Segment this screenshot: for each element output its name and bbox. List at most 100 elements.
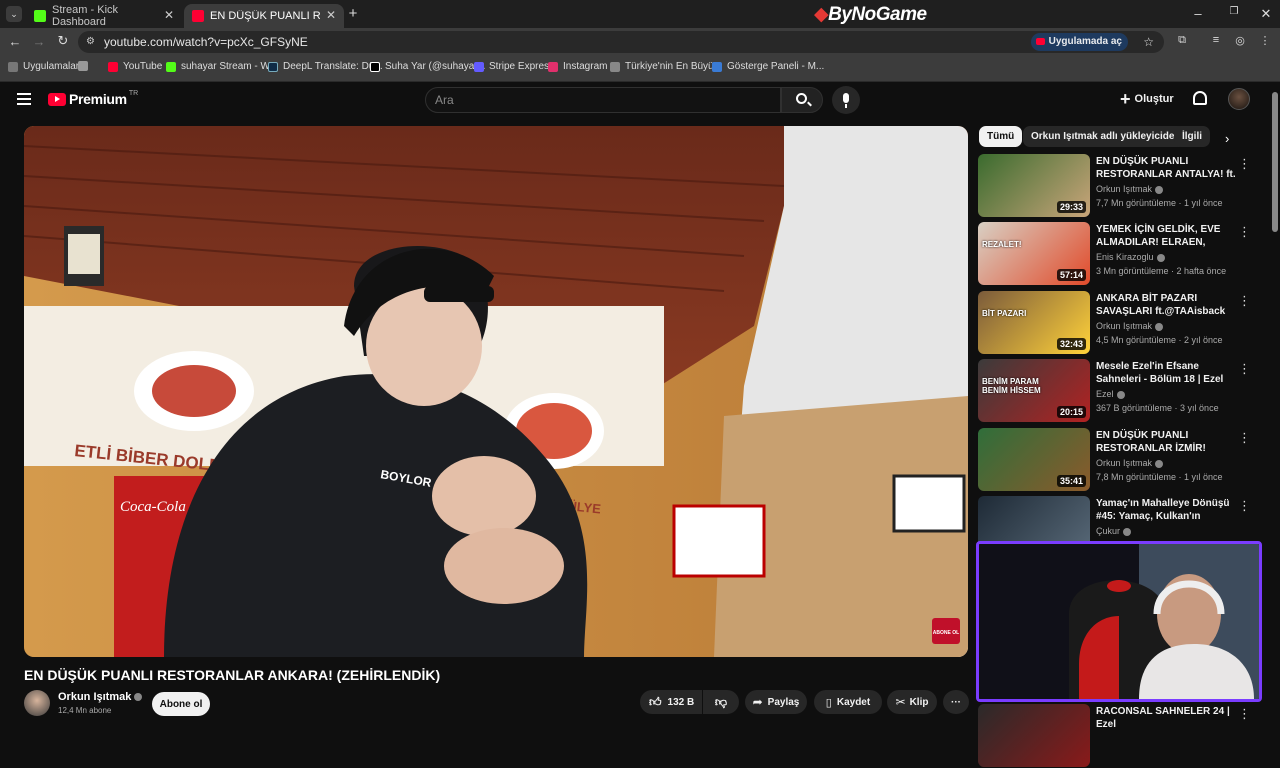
open-in-app-button[interactable]: Uygulamada aç: [1030, 33, 1128, 51]
back-button[interactable]: ←: [8, 34, 22, 49]
share-button[interactable]: ➦ Paylaş: [745, 690, 807, 714]
save-button[interactable]: ▯ Kaydet: [814, 690, 882, 714]
clip-button[interactable]: ✂ Klip: [887, 690, 937, 714]
recommendation-item[interactable]: REZALET! 57:14 YEMEK İÇİN GELDİK, EVE ALMA…: [978, 222, 1268, 286]
share-icon: ➦: [752, 695, 763, 709]
address-bar[interactable]: ⚙ youtube.com/watch?v=pcXc_GFSyNE Uygula…: [78, 31, 1164, 53]
kebab-menu-icon[interactable]: ⋮: [1238, 361, 1251, 377]
bookmark-apps-grid[interactable]: [78, 61, 93, 71]
bookmark-stripe[interactable]: Stripe Express: [474, 61, 554, 72]
hamburger-menu-icon[interactable]: [17, 93, 31, 105]
bookmark-tiktok[interactable]: Suha Yar (@suhayar...: [370, 61, 485, 72]
bookmark-kick[interactable]: suhayar Stream - W...: [166, 61, 278, 72]
forward-button[interactable]: →: [32, 34, 46, 49]
recommendation-title[interactable]: ANKARA BİT PAZARI SAVAŞLARI ft.@TAAisbac…: [1096, 292, 1236, 319]
subscribe-overlay-badge[interactable]: ABONE OL: [932, 618, 960, 644]
video-player[interactable]: ETLİ BİBER DOLM U FASÜLYE Coca-Cola BOYL…: [24, 126, 968, 657]
bookmark-apps[interactable]: Uygulamalar: [8, 61, 79, 72]
tab-kick-dashboard[interactable]: Stream - Kick Dashboard ✕: [26, 4, 182, 28]
bookmark-instagram[interactable]: Instagram: [548, 61, 607, 72]
kebab-menu-icon[interactable]: ⋮: [1238, 224, 1251, 240]
recommendation-title[interactable]: EN DÜŞÜK PUANLI RESTORANLAR İZMİR!: [1096, 429, 1236, 456]
minimize-button[interactable]: –: [1190, 6, 1206, 21]
chip-all[interactable]: Tümü: [979, 126, 1023, 147]
bookmark-youtube[interactable]: YouTube: [108, 61, 162, 72]
video-thumbnail[interactable]: [978, 704, 1090, 767]
recommendation-channel[interactable]: Orkun Işıtmak: [1096, 458, 1164, 468]
search-button[interactable]: [781, 87, 823, 113]
recommendation-title[interactable]: Mesele Ezel'in Efsane Sahneleri - Bölüm …: [1096, 360, 1236, 387]
dislike-button[interactable]: 👎︎: [703, 690, 739, 714]
close-icon[interactable]: ✕: [164, 8, 174, 22]
video-title: EN DÜŞÜK PUANLI RESTORANLAR ANKARA! (ZEH…: [24, 667, 441, 683]
reload-button[interactable]: ↻: [56, 33, 70, 49]
video-thumbnail[interactable]: BENİM PARAM BENİM HİSSEM 20:15: [978, 359, 1090, 422]
subscribe-button[interactable]: Abone ol: [152, 692, 210, 716]
tab-youtube-video[interactable]: EN DÜŞÜK PUANLI RESTORANLAR A ✕: [184, 4, 344, 28]
kick-icon: [166, 61, 176, 72]
recommendation-item[interactable]: 35:41 EN DÜŞÜK PUANLI RESTORANLAR İZMİR! O…: [978, 428, 1268, 492]
stripe-icon: [474, 61, 484, 72]
recommendation-title[interactable]: YEMEK İÇİN GELDİK, EVE ALMADILAR! ELRAEN…: [1096, 223, 1236, 250]
recommendation-title[interactable]: Yamaç'ın Mahalleye Dönüşü #45: Yamaç, Ku…: [1096, 497, 1236, 524]
maximize-button[interactable]: ❐: [1226, 6, 1242, 17]
recommendation-item[interactable]: 29:33 EN DÜŞÜK PUANLI RESTORANLAR ANTALYA…: [978, 154, 1268, 218]
kebab-menu-icon[interactable]: ⋮: [1238, 498, 1251, 514]
extensions-icon[interactable]: ⧉: [1174, 34, 1190, 47]
bookmark-deepl[interactable]: DeepL Translate: Dü...: [268, 61, 383, 72]
chevron-right-icon[interactable]: ›: [1225, 131, 1229, 146]
site-icon: [610, 61, 620, 72]
youtube-premium-logo[interactable]: Premium TR: [48, 90, 138, 107]
dashboard-icon: [712, 61, 722, 72]
channel-name[interactable]: Orkun Işıtmak: [58, 691, 143, 703]
voice-search-button[interactable]: [832, 86, 860, 114]
recommendation-channel[interactable]: Orkun Işıtmak: [1096, 184, 1164, 194]
recommendation-item[interactable]: BENİM PARAM BENİM HİSSEM 20:15 Mesele Ezel…: [978, 359, 1268, 423]
kebab-menu-icon[interactable]: ⋮: [1238, 430, 1251, 446]
streamer-webcam-overlay: [976, 541, 1262, 702]
create-button[interactable]: + Oluştur: [1120, 90, 1174, 108]
recommendation-channel[interactable]: Orkun Işıtmak: [1096, 321, 1164, 331]
webcam-frame: [979, 544, 1259, 699]
menu-kebab-icon[interactable]: ⋮: [1258, 34, 1272, 47]
channel-avatar[interactable]: [24, 690, 50, 716]
verified-icon: [1155, 322, 1164, 331]
tab-title: EN DÜŞÜK PUANLI RESTORANLAR A: [210, 10, 320, 22]
chip-from-uploader[interactable]: Orkun Işıtmak adlı yükleyiciden: [1023, 126, 1189, 147]
video-thumbnail[interactable]: 29:33: [978, 154, 1090, 217]
recommendation-channel[interactable]: Çukur: [1096, 526, 1132, 536]
scrollbar-thumb[interactable]: [1272, 92, 1278, 232]
new-tab-button[interactable]: +: [346, 5, 360, 22]
video-thumbnail[interactable]: BİT PAZARI 32:43: [978, 291, 1090, 354]
more-actions-button[interactable]: ···: [943, 690, 969, 714]
kebab-menu-icon[interactable]: ⋮: [1238, 156, 1251, 172]
video-thumbnail[interactable]: REZALET! 57:14: [978, 222, 1090, 285]
chip-related[interactable]: İlgili: [1174, 126, 1210, 147]
notifications-bell-icon[interactable]: [1193, 91, 1207, 105]
avatar[interactable]: [1228, 88, 1250, 110]
recommendation-title[interactable]: EN DÜŞÜK PUANLI RESTORANLAR ANTALYA! ft.…: [1096, 155, 1236, 182]
recommendation-channel[interactable]: Enis Kirazoglu: [1096, 252, 1165, 262]
search-input[interactable]: Ara: [425, 87, 781, 113]
close-window-button[interactable]: ✕: [1258, 6, 1274, 22]
kebab-menu-icon[interactable]: ⋮: [1238, 293, 1251, 309]
recommendation-item[interactable]: RACONSAL SAHNELER 24 | Ezel ⋮: [978, 704, 1268, 768]
recommendation-channel[interactable]: Ezel: [1096, 389, 1125, 399]
bookmark-turkiye[interactable]: Türkiye'nin En Büyü...: [610, 61, 722, 72]
bookmark-dashboard[interactable]: Gösterge Paneli - M...: [712, 61, 824, 72]
page-scrollbar[interactable]: [1270, 82, 1280, 720]
recommendation-item[interactable]: BİT PAZARI 32:43 ANKARA BİT PAZARI SAVAŞLA…: [978, 291, 1268, 355]
bookmark-star-icon[interactable]: ☆: [1143, 31, 1154, 53]
close-icon[interactable]: ✕: [326, 8, 336, 22]
search-icon: [796, 93, 807, 104]
tab-search-button[interactable]: ⌄: [6, 6, 22, 22]
plus-icon: +: [1120, 89, 1131, 109]
site-info-icon[interactable]: ⚙: [86, 31, 95, 53]
recommendation-meta: 7,7 Mn görüntüleme · 1 yıl önce: [1096, 198, 1223, 208]
video-thumbnail[interactable]: 35:41: [978, 428, 1090, 491]
profile-icon[interactable]: ◎: [1232, 34, 1248, 47]
bookmark-icon: ▯: [825, 696, 832, 709]
like-button[interactable]: 👍︎ 132 B: [640, 690, 702, 714]
recommendation-title[interactable]: RACONSAL SAHNELER 24 | Ezel: [1096, 705, 1236, 732]
media-control-icon[interactable]: ≡: [1208, 34, 1224, 46]
